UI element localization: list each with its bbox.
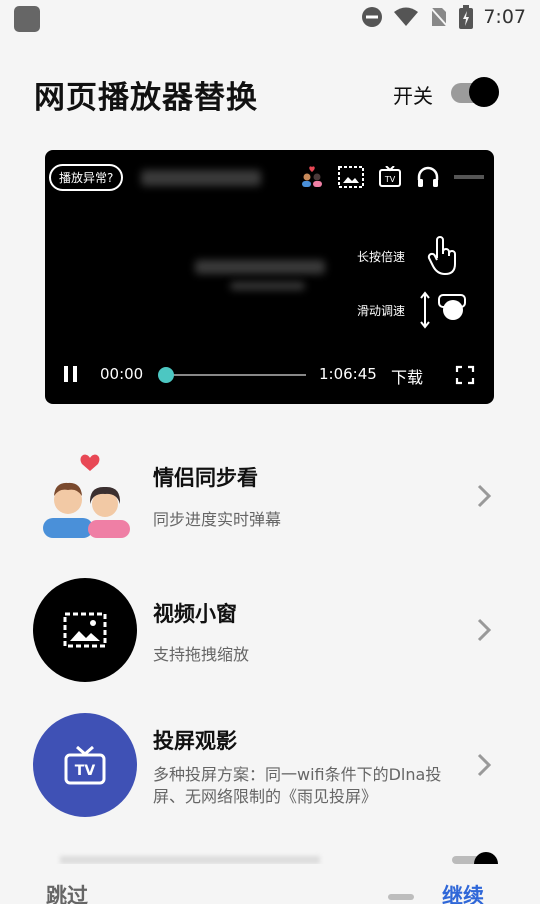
download-button[interactable]: 下载	[391, 364, 423, 388]
couple-icon	[33, 448, 137, 552]
home-indicator	[388, 894, 414, 900]
seek-bar[interactable]	[158, 367, 306, 383]
svg-text:TV: TV	[384, 175, 396, 184]
chevron-right-icon	[477, 753, 492, 777]
feature-title: 投屏观影	[153, 729, 237, 753]
more-icon[interactable]	[454, 166, 484, 188]
feature-row-screen-cast[interactable]: TV 投屏观影 多种投屏方案：同一wifi条件下的Dlna投屏、无网络限制的《雨…	[0, 713, 540, 833]
playback-issue-button[interactable]: 播放异常?	[49, 164, 124, 191]
feature-subtitle: 支持拖拽缩放	[153, 645, 250, 664]
long-press-hint: 长按倍速	[357, 250, 406, 264]
battery-charging-icon	[459, 5, 474, 29]
app-notification-icon	[14, 6, 40, 32]
feature-title: 情侣同步看	[153, 466, 258, 490]
chevron-right-icon	[477, 618, 492, 642]
page-title: 网页播放器替换	[34, 80, 258, 116]
blurred-caption	[195, 260, 325, 274]
player-controls: 00:00 1:06:45 下载	[45, 348, 494, 404]
switch-label: 开关	[393, 84, 433, 108]
blurred-video-title	[141, 170, 261, 186]
blurred-caption-sub	[230, 282, 305, 290]
tv-icon: TV	[33, 713, 137, 817]
wifi-icon	[394, 7, 419, 26]
next-row-toggle[interactable]	[452, 852, 500, 864]
cast-tv-icon[interactable]: TV	[378, 166, 402, 188]
chevron-right-icon	[477, 484, 492, 508]
svg-text:TV: TV	[75, 763, 96, 779]
continue-button[interactable]: 继续	[442, 880, 484, 904]
feature-row-mini-window[interactable]: 视频小窗 支持拖拽缩放	[0, 578, 540, 698]
next-row-peek	[60, 856, 320, 864]
current-time: 00:00	[100, 365, 144, 383]
status-icons: 7:07	[361, 5, 526, 29]
pause-icon[interactable]	[63, 364, 79, 384]
seek-thumb[interactable]	[158, 367, 174, 383]
no-sim-icon	[429, 6, 450, 28]
headphones-icon[interactable]	[416, 166, 440, 188]
bottom-bar: 跳过 继续	[0, 864, 540, 904]
status-time: 7:07	[483, 6, 526, 28]
feature-subtitle: 多种投屏方案：同一wifi条件下的Dlna投屏、无网络限制的《雨见投屏》	[153, 765, 442, 806]
total-time: 1:06:45	[319, 365, 377, 383]
status-bar: 7:07	[0, 0, 540, 36]
feature-subtitle: 同步进度实时弹幕	[153, 510, 282, 529]
slide-speed-hint: 滑动调速	[357, 304, 406, 318]
mini-window-icon[interactable]	[338, 166, 364, 188]
player-top-icons: TV	[300, 166, 484, 188]
hand-tap-icon	[427, 236, 456, 276]
couple-sync-icon[interactable]	[300, 166, 324, 188]
toggle-knob	[469, 77, 499, 107]
swipe-gesture-icon	[420, 291, 466, 329]
player-replace-toggle[interactable]	[451, 77, 499, 107]
picture-in-picture-icon	[33, 578, 137, 682]
feature-title: 视频小窗	[153, 602, 237, 626]
fullscreen-icon[interactable]	[455, 365, 475, 385]
feature-row-couple-sync[interactable]: 情侣同步看 同步进度实时弹幕	[0, 448, 540, 568]
skip-button[interactable]: 跳过	[46, 880, 88, 904]
video-player-preview: 播放异常? TV 长按倍速 滑动调速 00:00 1:06:45 下载	[45, 150, 494, 404]
do-not-disturb-icon	[362, 7, 383, 27]
